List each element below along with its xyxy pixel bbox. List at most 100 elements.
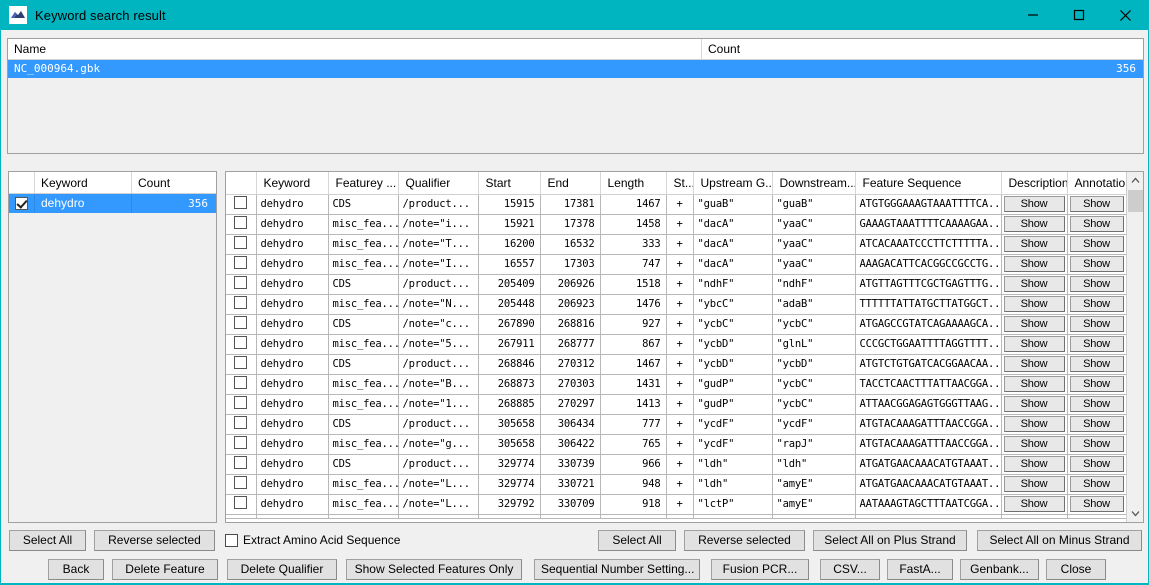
- show-selected-features-only-button[interactable]: Show Selected Features Only: [346, 558, 522, 580]
- row-annotation[interactable]: Show: [1067, 274, 1126, 295]
- row-description-button[interactable]: Show: [1003, 236, 1065, 252]
- maximize-icon[interactable]: [1056, 0, 1102, 30]
- keyword-list-panel[interactable]: Keyword Count dehydro 356: [8, 171, 217, 523]
- delete-feature-button[interactable]: Delete Feature: [112, 558, 218, 580]
- row-checkbox[interactable]: [234, 316, 248, 329]
- scroll-up-arrow-icon[interactable]: [1127, 172, 1144, 189]
- column-header-downstream-gene[interactable]: Downstream...: [772, 172, 856, 195]
- column-header-feature-sequence[interactable]: Feature Sequence: [855, 172, 1002, 195]
- row-description-button[interactable]: Show: [1003, 476, 1065, 492]
- row-annotation[interactable]: Show: [1067, 214, 1126, 235]
- table-row[interactable]: dehydro CDS/product... 205409 206926 1518 + "n…: [226, 274, 1126, 295]
- column-header-select[interactable]: [226, 172, 257, 195]
- row-checkbox[interactable]: [234, 416, 248, 429]
- row-description[interactable]: Show: [1001, 334, 1068, 355]
- row-annotation[interactable]: Show: [1067, 474, 1126, 495]
- row-description[interactable]: Show: [1001, 454, 1068, 475]
- table-row[interactable]: dehydro misc_fea.../note="1... 268885 27029…: [226, 394, 1126, 415]
- column-header-start[interactable]: Start: [478, 172, 541, 195]
- row-checkbox[interactable]: [234, 496, 248, 509]
- extract-amino-acid-checkbox[interactable]: [225, 533, 238, 547]
- row-annotation[interactable]: Show: [1067, 454, 1126, 475]
- row-description-button[interactable]: Show: [1003, 276, 1065, 292]
- select-all-minus-strand-button[interactable]: Select All on Minus Strand: [977, 529, 1142, 551]
- row-annotation[interactable]: Show: [1067, 234, 1126, 255]
- minimize-icon[interactable]: [1010, 0, 1056, 30]
- row-annotation-button[interactable]: Show: [1069, 316, 1124, 332]
- row-annotation-button[interactable]: Show: [1069, 476, 1124, 492]
- row-annotation-button[interactable]: Show: [1069, 376, 1124, 392]
- fusion-pcr-button[interactable]: Fusion PCR...: [711, 558, 809, 580]
- table-row[interactable]: dehydro misc_fea.../note="5... 267911 26877…: [226, 334, 1126, 355]
- row-description[interactable]: Show: [1001, 394, 1068, 415]
- table-row[interactable]: dehydro CDS/product... 15915 17381 1467 + "gua…: [226, 194, 1126, 215]
- row-checkbox[interactable]: [234, 216, 248, 229]
- row-checkbox[interactable]: [234, 396, 248, 409]
- table-row[interactable]: dehydro CDS/note="c... 267890 268816 927 + "yc…: [226, 314, 1126, 335]
- row-description-button[interactable]: Show: [1003, 316, 1065, 332]
- row-annotation-button[interactable]: Show: [1069, 396, 1124, 412]
- row-description[interactable]: Show: [1001, 254, 1068, 275]
- row-description[interactable]: Show: [1001, 294, 1068, 315]
- column-header-annotation[interactable]: Annotatio...: [1067, 172, 1126, 195]
- row-annotation-button[interactable]: Show: [1069, 496, 1124, 512]
- row-annotation[interactable]: Show: [1067, 334, 1126, 355]
- column-header-end[interactable]: End: [540, 172, 601, 195]
- row-description-button[interactable]: Show: [1003, 336, 1065, 352]
- keyword-row-checkbox-cell[interactable]: [9, 194, 35, 213]
- row-annotation[interactable]: Show: [1067, 194, 1126, 215]
- table-row[interactable]: dehydro misc_fea.../note="L... 329774 33072…: [226, 474, 1126, 495]
- row-description[interactable]: Show: [1001, 474, 1068, 495]
- row-annotation[interactable]: Show: [1067, 374, 1126, 395]
- row-description[interactable]: Show: [1001, 494, 1068, 515]
- table-row[interactable]: dehydro misc_fea.../note="I... 16557 17303 7…: [226, 254, 1126, 275]
- row-annotation-button[interactable]: Show: [1069, 216, 1124, 232]
- column-header-name[interactable]: Name: [8, 39, 702, 60]
- row-description-button[interactable]: Show: [1003, 356, 1065, 372]
- column-header-qualifier[interactable]: Qualifier: [398, 172, 479, 195]
- row-description[interactable]: Show: [1001, 194, 1068, 215]
- row-annotation[interactable]: Show: [1067, 414, 1126, 435]
- row-description[interactable]: Show: [1001, 414, 1068, 435]
- row-annotation-button[interactable]: Show: [1069, 276, 1124, 292]
- table-row[interactable]: dehydro CDS/product... 329774 330739 966 + "ld…: [226, 454, 1126, 475]
- row-annotation[interactable]: Show: [1067, 434, 1126, 455]
- row-checkbox[interactable]: [234, 476, 248, 489]
- row-description[interactable]: Show: [1001, 434, 1068, 455]
- row-description[interactable]: Show: [1001, 374, 1068, 395]
- fasta-export-button[interactable]: FastA...: [887, 558, 953, 580]
- row-annotation[interactable]: Show: [1067, 494, 1126, 515]
- keyword-row-checkbox[interactable]: [15, 197, 28, 210]
- row-checkbox[interactable]: [234, 236, 248, 249]
- row-description-button[interactable]: Show: [1003, 256, 1065, 272]
- column-header-keyword-check[interactable]: [9, 172, 35, 193]
- csv-export-button[interactable]: CSV...: [820, 558, 880, 580]
- column-header-keyword[interactable]: Keyword: [35, 172, 132, 193]
- row-annotation-button[interactable]: Show: [1069, 356, 1124, 372]
- row-annotation-button[interactable]: Show: [1069, 416, 1124, 432]
- column-header-length[interactable]: Length: [600, 172, 667, 195]
- column-header-keyword[interactable]: Keyword: [256, 172, 329, 195]
- row-description-button[interactable]: Show: [1003, 216, 1065, 232]
- row-annotation-button[interactable]: Show: [1069, 436, 1124, 452]
- row-annotation-button[interactable]: Show: [1069, 256, 1124, 272]
- row-annotation[interactable]: Show: [1067, 394, 1126, 415]
- feature-reverse-selected-button[interactable]: Reverse selected: [684, 529, 805, 551]
- row-description-button[interactable]: Show: [1003, 456, 1065, 472]
- file-result-list[interactable]: Name Count NC_000964.gbk 356: [7, 38, 1144, 154]
- row-checkbox[interactable]: [234, 356, 248, 369]
- feature-table-scrollbar[interactable]: [1126, 172, 1143, 522]
- row-description[interactable]: Show: [1001, 314, 1068, 335]
- keyword-row[interactable]: dehydro 356: [9, 194, 216, 213]
- table-row[interactable]: dehydro misc_fea.../note="i... 15921 17378 1…: [226, 214, 1126, 235]
- row-description-button[interactable]: Show: [1003, 396, 1065, 412]
- table-row[interactable]: dehydro CDS/product... 305658 306434 777 + "yc…: [226, 414, 1126, 435]
- back-button[interactable]: Back: [48, 558, 104, 580]
- row-description[interactable]: Show: [1001, 214, 1068, 235]
- delete-qualifier-button[interactable]: Delete Qualifier: [227, 558, 337, 580]
- row-description-button[interactable]: Show: [1003, 376, 1065, 392]
- column-header-feature-type[interactable]: Featurey ...: [328, 172, 399, 195]
- select-all-plus-strand-button[interactable]: Select All on Plus Strand: [813, 529, 967, 551]
- row-annotation-button[interactable]: Show: [1069, 456, 1124, 472]
- genbank-export-button[interactable]: Genbank...: [960, 558, 1039, 580]
